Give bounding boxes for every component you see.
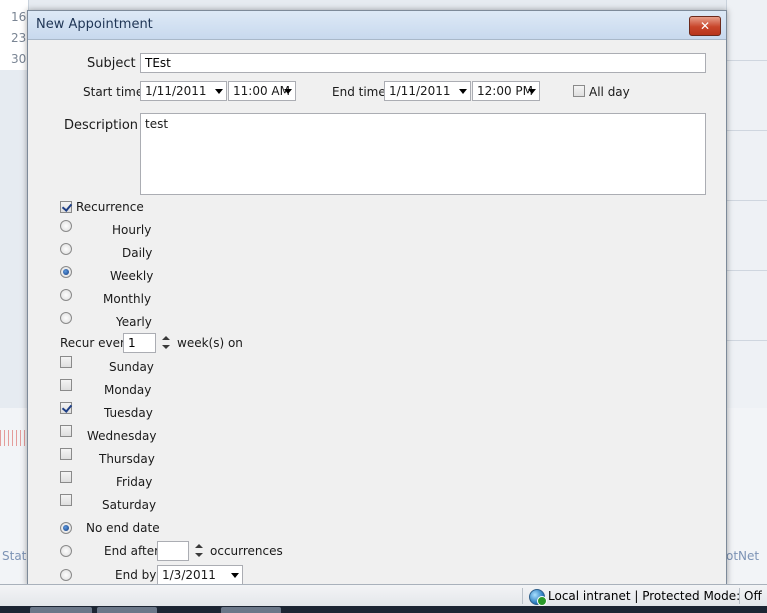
pattern-label-hourly: Hourly [112, 223, 152, 237]
calendar-day: 30 [11, 52, 27, 66]
no-end-date-label: No end date [86, 521, 160, 535]
new-appointment-dialog: New Appointment ✕ Subject TEst Start tim… [27, 10, 727, 586]
close-button[interactable]: ✕ [689, 16, 721, 36]
occurrences-label: occurrences [210, 544, 283, 558]
dialog-body: Subject TEst Start time 1/11/2011 11:00 … [28, 40, 726, 585]
checkbox-monday[interactable] [60, 379, 72, 391]
day-label-thursday: Thursday [99, 452, 155, 466]
end-after-label: End after [104, 544, 160, 558]
dialog-titlebar[interactable]: New Appointment ✕ [28, 11, 726, 40]
end-date-picker[interactable]: 1/11/2011 [384, 81, 471, 101]
radio-weekly[interactable] [60, 266, 72, 278]
chevron-down-icon[interactable] [195, 553, 203, 557]
start-time-label: Start time [83, 85, 144, 99]
end-by-date-picker[interactable]: 1/3/2011 [157, 565, 243, 585]
day-label-sunday: Sunday [109, 360, 154, 374]
end-time-label: End time [332, 85, 386, 99]
radio-end-after[interactable] [60, 545, 72, 557]
recurrence-label: Recurrence [76, 200, 144, 214]
recurrence-checkbox[interactable] [60, 201, 72, 213]
radio-end-by[interactable] [60, 569, 72, 581]
checkbox-tuesday[interactable] [60, 402, 72, 414]
checkbox-saturday[interactable] [60, 494, 72, 506]
end-time-dropdown[interactable]: 12:00 PM [472, 81, 540, 101]
intranet-globe-icon [529, 589, 547, 606]
end-by-label: End by [115, 568, 157, 582]
chevron-up-icon[interactable] [162, 336, 170, 340]
all-day-checkbox[interactable] [573, 85, 585, 97]
background-right-pane [726, 0, 767, 408]
chevron-down-icon [284, 89, 292, 94]
pattern-label-monthly: Monthly [103, 292, 152, 306]
chevron-down-icon [231, 573, 239, 578]
pattern-label-daily: Daily [122, 246, 153, 260]
security-zone-text[interactable]: Local intranet | Protected Mode: Off [548, 589, 762, 603]
chevron-up-icon[interactable] [195, 544, 203, 548]
recur-every-spinner[interactable] [161, 334, 171, 352]
taskbar-button[interactable] [97, 607, 157, 613]
recur-unit-label: week(s) on [177, 336, 243, 350]
background-status-label: Stat [2, 549, 27, 563]
occurrences-input[interactable] [157, 541, 189, 561]
background-partial-text: otNet [726, 549, 760, 563]
close-icon: ✕ [699, 19, 711, 33]
pattern-label-yearly: Yearly [116, 315, 152, 329]
timeline-ruler [0, 430, 28, 446]
radio-daily[interactable] [60, 243, 72, 255]
subject-input[interactable]: TEst [140, 53, 706, 73]
radio-hourly[interactable] [60, 220, 72, 232]
radio-yearly[interactable] [60, 312, 72, 324]
recur-every-input[interactable]: 1 [123, 333, 156, 353]
description-textarea[interactable]: test [140, 113, 706, 195]
chevron-down-icon [528, 89, 536, 94]
subject-label: Subject [87, 56, 136, 71]
day-label-friday: Friday [116, 475, 153, 489]
occurrences-spinner[interactable] [194, 542, 204, 560]
checkbox-sunday[interactable] [60, 356, 72, 368]
checkbox-thursday[interactable] [60, 448, 72, 460]
radio-no-end-date[interactable] [60, 522, 72, 534]
day-label-monday: Monday [104, 383, 152, 397]
recur-every-label: Recur every [60, 336, 133, 350]
chevron-down-icon [215, 89, 223, 94]
checkbox-wednesday[interactable] [60, 425, 72, 437]
browser-status-bar: Local intranet | Protected Mode: Off [0, 584, 767, 607]
calendar-day: 16 [11, 10, 27, 24]
chevron-down-icon[interactable] [162, 345, 170, 349]
dialog-title: New Appointment [36, 17, 153, 32]
day-label-saturday: Saturday [102, 498, 157, 512]
calendar-day: 23 [11, 31, 27, 45]
chevron-down-icon [459, 89, 467, 94]
taskbar-button[interactable] [221, 607, 281, 613]
pattern-label-weekly: Weekly [110, 269, 154, 283]
day-label-wednesday: Wednesday [87, 429, 157, 443]
taskbar-button[interactable] [30, 607, 92, 613]
radio-monthly[interactable] [60, 289, 72, 301]
start-time-dropdown[interactable]: 11:00 AM [228, 81, 296, 101]
taskbar [0, 606, 767, 613]
day-label-tuesday: Tuesday [104, 406, 153, 420]
checkbox-friday[interactable] [60, 471, 72, 483]
start-date-picker[interactable]: 1/11/2011 [140, 81, 227, 101]
description-label: Description [64, 118, 139, 133]
all-day-label: All day [589, 85, 630, 99]
